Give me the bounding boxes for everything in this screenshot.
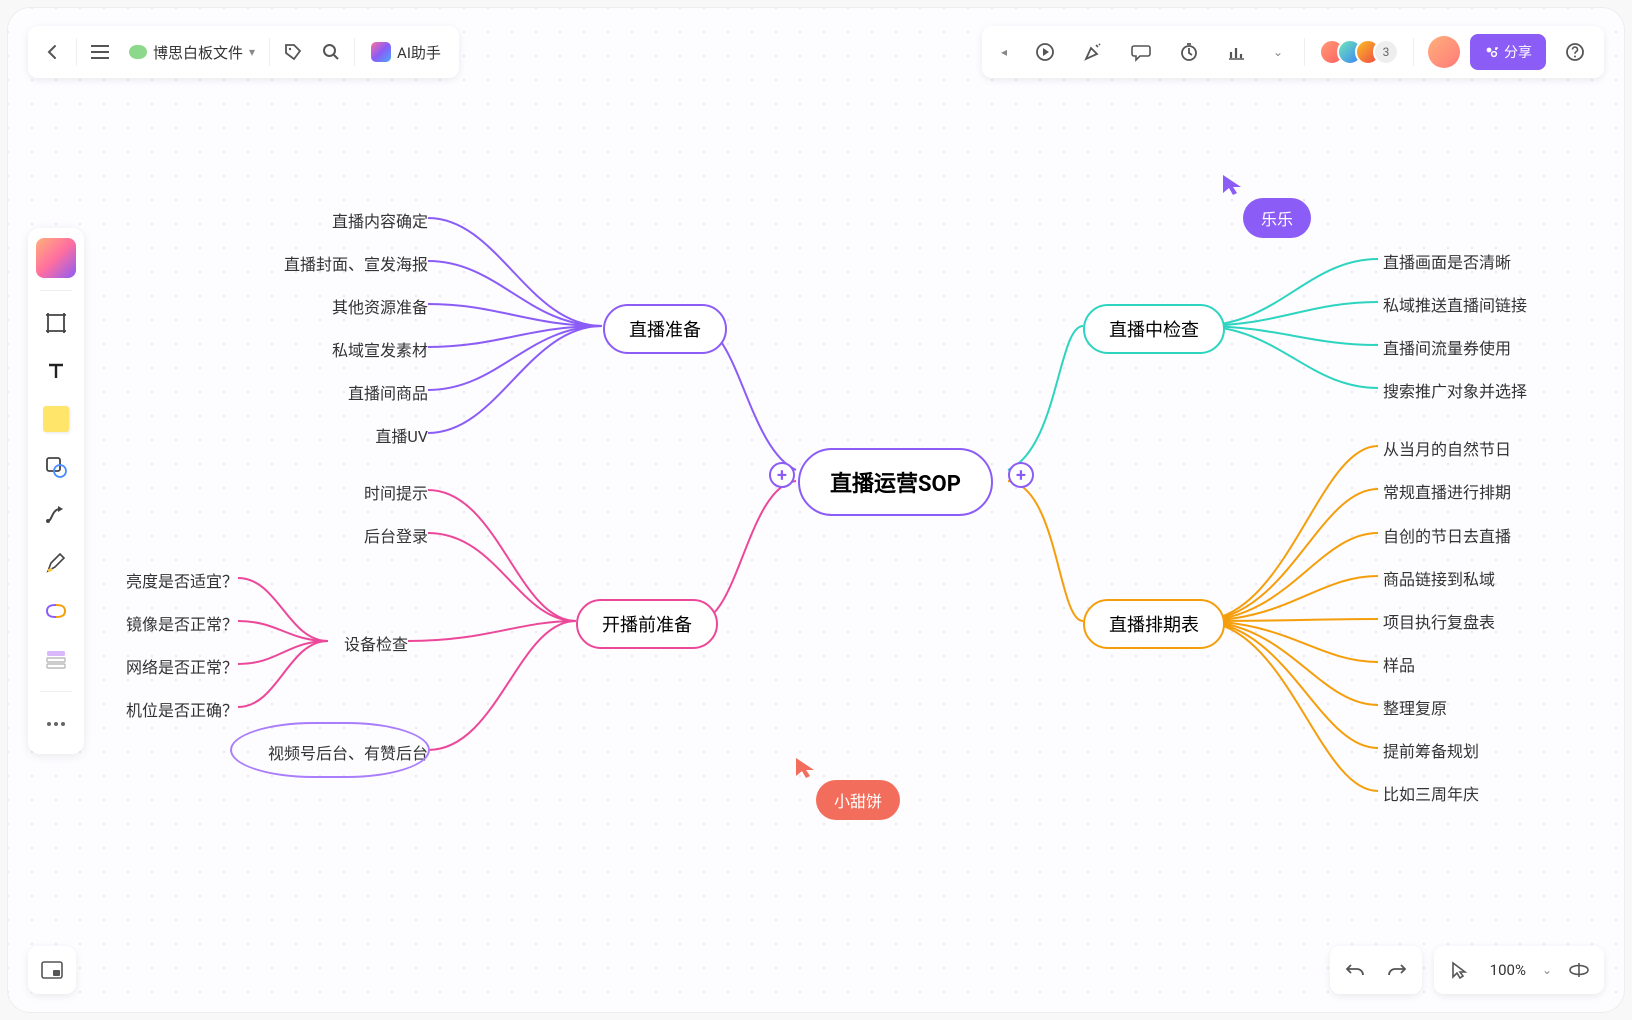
cloud-sync-icon	[129, 45, 147, 59]
branch-prestart[interactable]: 开播前准备	[576, 599, 718, 649]
add-left-button[interactable]: +	[769, 462, 795, 488]
timer-button[interactable]	[1170, 33, 1208, 71]
table-tool[interactable]	[36, 639, 76, 679]
more-tools-button[interactable]: ⌄	[1266, 33, 1290, 71]
present-button[interactable]	[1026, 33, 1064, 71]
minimap-button[interactable]	[28, 946, 76, 994]
cursor-lele-label: 乐乐	[1261, 210, 1293, 229]
leaf[interactable]: 搜索推广对象并选择	[1383, 378, 1527, 402]
mindmap-tool[interactable]	[36, 591, 76, 631]
topbar-left: 博思白板文件 ▾ AI助手	[28, 26, 459, 78]
celebrate-button[interactable]	[1074, 33, 1112, 71]
text-tool[interactable]	[36, 351, 76, 391]
sticky-note-icon	[43, 406, 69, 432]
branch-schedule-label: 直播排期表	[1109, 611, 1199, 637]
leaf[interactable]: 其他资源准备	[288, 294, 428, 318]
cursor-tianbing-icon	[794, 756, 816, 780]
file-name-dropdown[interactable]: 博思白板文件 ▾	[119, 42, 265, 63]
cursor-lele-badge: 乐乐	[1243, 198, 1311, 238]
mindmap-root-node[interactable]: 直播运营SOP	[798, 448, 993, 516]
templates-button[interactable]	[36, 238, 76, 278]
collaborator-avatars[interactable]: 3	[1319, 39, 1399, 65]
branch-check-label: 直播中检查	[1109, 316, 1199, 342]
current-user-avatar[interactable]	[1428, 36, 1460, 68]
help-button[interactable]	[1556, 33, 1594, 71]
leaf[interactable]: 样品	[1383, 652, 1415, 676]
cursor-mode-button[interactable]	[1444, 951, 1474, 989]
vote-button[interactable]	[1218, 33, 1256, 71]
pen-tool[interactable]	[36, 543, 76, 583]
ai-logo-icon	[371, 42, 391, 62]
leaf[interactable]: 商品链接到私域	[1383, 566, 1495, 590]
expand-left-button[interactable]: ◂	[992, 33, 1016, 71]
menu-button[interactable]	[81, 33, 119, 71]
branch-prestart-label: 开播前准备	[602, 611, 692, 637]
leaf[interactable]: 常规直播进行排期	[1383, 479, 1511, 503]
leaf[interactable]: 时间提示	[328, 480, 428, 504]
cursor-tianbing-label: 小甜饼	[834, 792, 882, 811]
topbar-right: ◂ ⌄ 3 分享	[982, 26, 1604, 78]
search-button[interactable]	[312, 33, 350, 71]
tag-button[interactable]	[274, 33, 312, 71]
share-label: 分享	[1504, 42, 1532, 62]
zoom-chevron-icon[interactable]: ⌄	[1542, 963, 1552, 977]
zoom-level[interactable]: 100%	[1486, 961, 1530, 979]
leaf[interactable]: 直播封面、宣发海报	[248, 251, 428, 275]
leaf[interactable]: 亮度是否适宜？	[98, 568, 238, 592]
leaf[interactable]: 设备检查	[328, 631, 408, 655]
leaf[interactable]: 后台登录	[328, 523, 428, 547]
leaf[interactable]: 直播间商品	[308, 380, 428, 404]
share-button[interactable]: 分享	[1470, 34, 1546, 70]
leaf[interactable]: 机位是否正确？	[98, 697, 238, 721]
ai-assistant-button[interactable]: AI助手	[359, 33, 453, 71]
branch-schedule[interactable]: 直播排期表	[1083, 599, 1225, 649]
leaf[interactable]: 镜像是否正常？	[98, 611, 238, 635]
undo-redo-group	[1330, 946, 1422, 994]
leaf[interactable]: 视频号后台、有赞后台	[228, 740, 428, 764]
leaf[interactable]: 直播内容确定	[288, 208, 428, 232]
leaf[interactable]: 直播间流量券使用	[1383, 335, 1511, 359]
cursor-lele-icon	[1221, 173, 1243, 197]
frame-tool[interactable]	[36, 303, 76, 343]
left-toolbar	[28, 228, 84, 754]
leaf[interactable]: 私域推送直播间链接	[1383, 292, 1527, 316]
leaf[interactable]: 项目执行复盘表	[1383, 609, 1495, 633]
undo-button[interactable]	[1340, 951, 1370, 989]
leaf[interactable]: 整理复原	[1383, 695, 1447, 719]
fit-view-button[interactable]	[1564, 951, 1594, 989]
bottombar-right: 100% ⌄	[1330, 946, 1604, 994]
chevron-down-icon: ▾	[249, 45, 255, 59]
back-button[interactable]	[34, 33, 72, 71]
redo-button[interactable]	[1382, 951, 1412, 989]
app-frame: 博思白板文件 ▾ AI助手 ◂ ⌄	[8, 8, 1624, 1012]
ai-label: AI助手	[397, 42, 441, 63]
more-tools[interactable]	[36, 704, 76, 744]
branch-prep-label: 直播准备	[629, 316, 701, 342]
sticky-note-tool[interactable]	[36, 399, 76, 439]
leaf[interactable]: 从当月的自然节日	[1383, 436, 1511, 460]
leaf[interactable]: 直播UV	[338, 423, 428, 447]
leaf[interactable]: 提前筹备规划	[1383, 738, 1479, 762]
leaf[interactable]: 自创的节日去直播	[1383, 523, 1511, 547]
avatar-extra-count: 3	[1373, 39, 1399, 65]
comment-button[interactable]	[1122, 33, 1160, 71]
leaf[interactable]: 私域宣发素材	[288, 337, 428, 361]
shape-tool[interactable]	[36, 447, 76, 487]
add-right-button[interactable]: +	[1008, 462, 1034, 488]
leaf[interactable]: 网络是否正常？	[98, 654, 238, 678]
file-name-label: 博思白板文件	[153, 42, 243, 63]
leaf[interactable]: 直播画面是否清晰	[1383, 249, 1511, 273]
root-label: 直播运营SOP	[830, 466, 961, 498]
cursor-tianbing-badge: 小甜饼	[816, 780, 900, 820]
branch-check[interactable]: 直播中检查	[1083, 304, 1225, 354]
branch-prep[interactable]: 直播准备	[603, 304, 727, 354]
leaf[interactable]: 比如三周年庆	[1383, 781, 1479, 805]
connector-tool[interactable]	[36, 495, 76, 535]
view-controls-group: 100% ⌄	[1434, 946, 1604, 994]
